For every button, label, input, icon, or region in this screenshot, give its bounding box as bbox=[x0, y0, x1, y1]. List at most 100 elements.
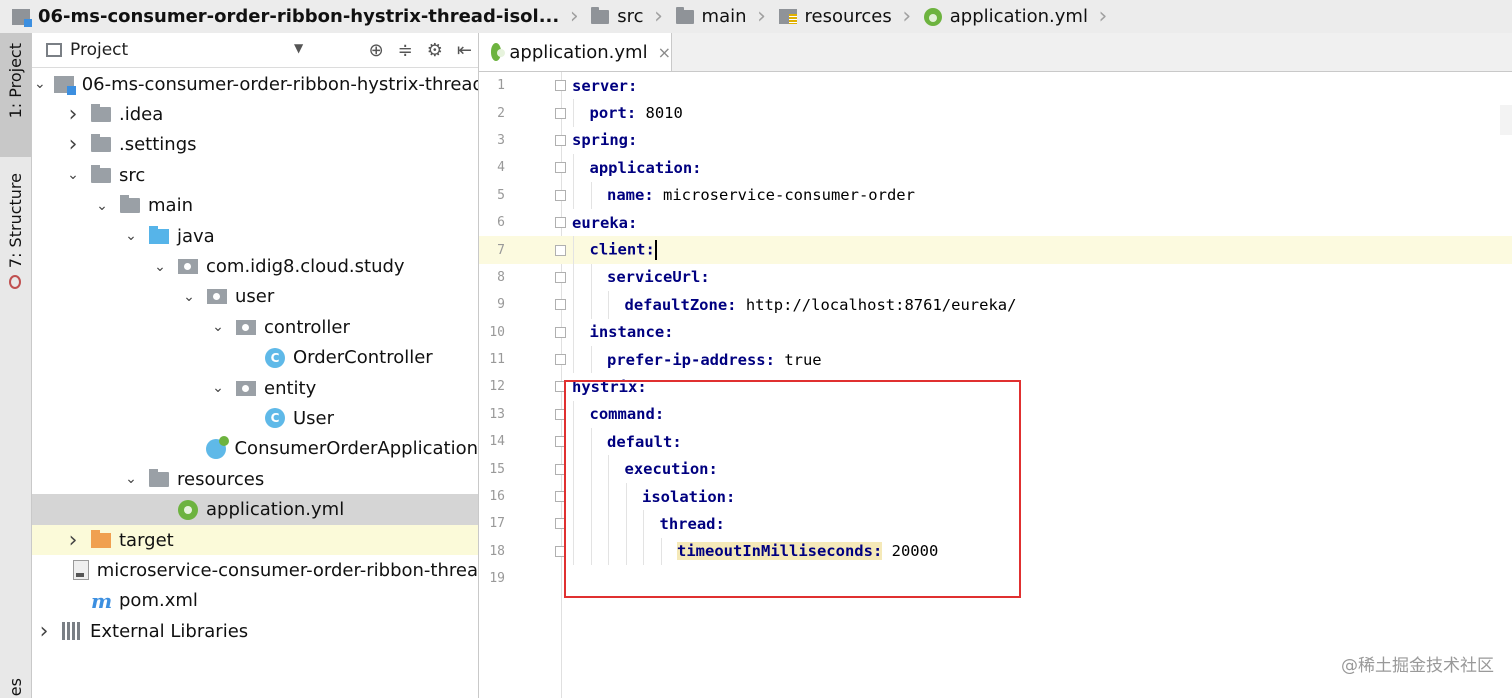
tree-item[interactable]: ConsumerOrderApplication bbox=[32, 434, 478, 464]
chevron-down-icon[interactable]: ⌄ bbox=[208, 380, 228, 396]
tree-item[interactable]: ⌄ java bbox=[32, 221, 478, 251]
code-text: name: microservice-consumer-order bbox=[607, 186, 915, 204]
code-line[interactable]: 1 server: bbox=[479, 72, 1512, 99]
project-panel-title[interactable]: Project bbox=[70, 40, 128, 60]
project-tool-button[interactable]: 1: Project bbox=[0, 33, 31, 157]
code-line[interactable]: 9 defaultZone: http://localhost:8761/eure… bbox=[479, 291, 1512, 319]
tree-item[interactable]: microservice-consumer-order-ribbon-threa bbox=[32, 555, 478, 585]
tree-item[interactable]: ⌄ entity bbox=[32, 373, 478, 403]
fold-marker-icon[interactable] bbox=[555, 80, 566, 92]
code-line[interactable]: 6 eureka: bbox=[479, 209, 1512, 236]
fold-marker-icon[interactable] bbox=[555, 299, 566, 311]
project-tree: ⌄ 06-ms-consumer-order-ribbon-hystrix-thr… bbox=[32, 69, 478, 646]
editor-area: application.yml × 1 server: 2 port: 8010 3 sp… bbox=[479, 33, 1512, 698]
tree-item[interactable]: application.yml bbox=[32, 494, 478, 525]
fold-marker-icon[interactable] bbox=[555, 134, 566, 146]
fold-marker-icon[interactable] bbox=[555, 244, 566, 256]
tree-item[interactable]: ⌄ main bbox=[32, 191, 478, 221]
tree-item[interactable]: ⌄ user bbox=[32, 282, 478, 312]
line-number: 2 bbox=[497, 105, 505, 121]
library-icon bbox=[62, 622, 82, 641]
chevron-down-icon[interactable]: ⌄ bbox=[179, 289, 199, 305]
chevron-right-icon: › bbox=[654, 4, 663, 29]
tree-item-label: 06-ms-consumer-order-ribbon-hystrix-thre… bbox=[81, 73, 479, 95]
collapse-all-icon[interactable]: ≑ bbox=[398, 40, 413, 61]
yaml-key: spring: bbox=[572, 131, 638, 150]
spring-application-icon bbox=[206, 435, 230, 459]
indent-guide bbox=[573, 263, 574, 292]
tree-item[interactable]: › External Libraries bbox=[32, 616, 478, 646]
breadcrumb-item-src[interactable]: src bbox=[581, 0, 651, 33]
code-line[interactable]: 3 spring: bbox=[479, 127, 1512, 154]
tree-item[interactable]: ⌄ src bbox=[32, 160, 478, 190]
chevron-down-icon[interactable]: ⌄ bbox=[92, 198, 112, 214]
fold-marker-icon[interactable] bbox=[555, 107, 566, 119]
project-panel: Project ▼ ⊕ ≑ ⚙ ⇤ ⌄ 06-ms-consumer-order-… bbox=[32, 33, 479, 698]
chevron-right-icon[interactable]: › bbox=[63, 132, 83, 157]
tree-item-label: java bbox=[177, 225, 215, 247]
line-number: 14 bbox=[489, 434, 505, 450]
tree-item[interactable]: C User bbox=[32, 403, 478, 433]
chevron-right-icon[interactable]: › bbox=[63, 102, 83, 127]
line-number: 13 bbox=[489, 406, 505, 422]
scrollbar[interactable] bbox=[1500, 105, 1512, 135]
chevron-down-icon[interactable]: ⌄ bbox=[121, 471, 141, 487]
tree-item[interactable]: C OrderController bbox=[32, 343, 478, 373]
tree-item[interactable]: ⌄ 06-ms-consumer-order-ribbon-hystrix-thr… bbox=[32, 69, 478, 99]
tab-application-yml[interactable]: application.yml × bbox=[479, 33, 672, 71]
chevron-down-icon[interactable]: ⌄ bbox=[121, 228, 141, 244]
locate-icon[interactable]: ⊕ bbox=[369, 40, 384, 61]
excluded-folder-icon bbox=[91, 529, 111, 548]
chevron-right-icon[interactable]: › bbox=[63, 528, 83, 553]
fold-marker-icon[interactable] bbox=[555, 271, 566, 283]
tree-item[interactable]: ⌄ controller bbox=[32, 312, 478, 342]
fold-marker-icon[interactable] bbox=[555, 326, 566, 338]
close-icon[interactable]: × bbox=[658, 43, 671, 62]
breadcrumb-item-module[interactable]: 06-ms-consumer-order-ribbon-hystrix-thre… bbox=[0, 0, 567, 33]
breadcrumb-label: 06-ms-consumer-order-ribbon-hystrix-thre… bbox=[38, 6, 560, 27]
tree-item-label: ConsumerOrderApplication bbox=[234, 438, 478, 460]
fold-marker-icon[interactable] bbox=[555, 162, 566, 174]
tree-item[interactable]: › .idea bbox=[32, 99, 478, 129]
project-panel-header: Project ▼ ⊕ ≑ ⚙ ⇤ bbox=[32, 33, 478, 68]
tree-item[interactable]: › .settings bbox=[32, 130, 478, 160]
tree-item[interactable]: ⌄ resources bbox=[32, 464, 478, 494]
tree-item-label: src bbox=[119, 164, 146, 186]
breadcrumb-item-main[interactable]: main bbox=[666, 0, 755, 33]
code-line[interactable]: 11 prefer-ip-address: true bbox=[479, 345, 1512, 374]
line-number: 15 bbox=[489, 461, 505, 477]
package-icon bbox=[236, 319, 256, 335]
chevron-down-icon[interactable]: ⌄ bbox=[150, 259, 170, 275]
tree-item-label: .settings bbox=[119, 134, 197, 156]
code-line[interactable]: 10 instance: bbox=[479, 318, 1512, 346]
tree-item[interactable]: › target bbox=[32, 524, 478, 556]
chevron-right-icon: › bbox=[1098, 4, 1108, 29]
fold-marker-icon[interactable] bbox=[555, 189, 566, 201]
code-line[interactable]: 5 name: microservice-consumer-order bbox=[479, 181, 1512, 209]
code-line[interactable]: 8 serviceUrl: bbox=[479, 263, 1512, 292]
tree-item[interactable]: ⌄ com.idig8.cloud.study bbox=[32, 251, 478, 281]
fold-marker-icon[interactable] bbox=[555, 354, 566, 366]
class-icon: C bbox=[265, 408, 285, 429]
chevron-right-icon[interactable]: › bbox=[34, 619, 54, 644]
tree-item[interactable]: m pom.xml bbox=[32, 586, 478, 616]
breadcrumb-item-application-yml[interactable]: application.yml bbox=[914, 0, 1096, 33]
line-number: 3 bbox=[497, 132, 505, 148]
chevron-down-icon[interactable]: ▼ bbox=[294, 41, 303, 55]
code-line[interactable]: 4 application: bbox=[479, 154, 1512, 182]
yaml-key: client: bbox=[589, 240, 655, 259]
code-line[interactable]: 7 client: bbox=[479, 236, 1512, 264]
gear-icon[interactable]: ⚙ bbox=[427, 40, 443, 61]
structure-tool-button[interactable]: 7: Structure bbox=[0, 169, 31, 299]
fold-marker-icon[interactable] bbox=[555, 217, 566, 229]
chevron-down-icon[interactable]: ⌄ bbox=[63, 167, 83, 183]
highlight-box bbox=[564, 380, 1021, 598]
hide-panel-icon[interactable]: ⇤ bbox=[457, 40, 472, 61]
breadcrumb-item-resources[interactable]: resources bbox=[769, 0, 900, 33]
line-number: 16 bbox=[489, 489, 505, 505]
yaml-key: instance: bbox=[589, 323, 674, 342]
chevron-down-icon[interactable]: ⌄ bbox=[34, 76, 46, 92]
chevron-down-icon[interactable]: ⌄ bbox=[208, 319, 228, 335]
project-tool-label: 1: Project bbox=[6, 43, 25, 119]
code-line[interactable]: 2 port: 8010 bbox=[479, 99, 1512, 127]
